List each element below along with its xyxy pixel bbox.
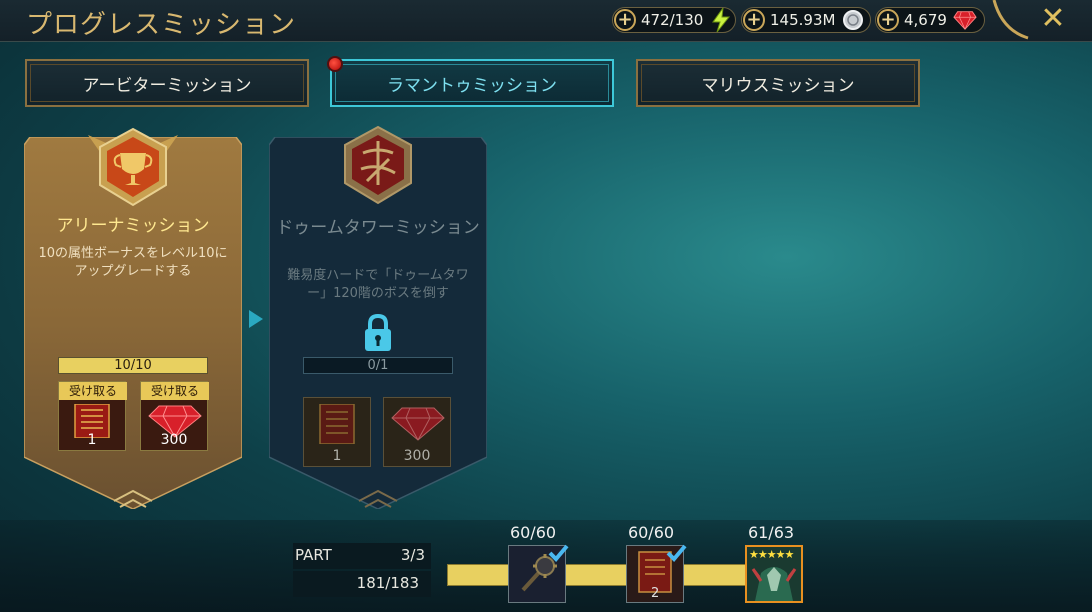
arrow-right-icon bbox=[249, 310, 263, 328]
tab-label: アービターミッション bbox=[82, 75, 252, 96]
silver-counter[interactable]: + 145.93M bbox=[741, 7, 871, 33]
add-gems-button[interactable]: + bbox=[877, 9, 899, 31]
add-energy-button[interactable]: + bbox=[614, 9, 636, 31]
total-progress: 181/183 bbox=[293, 571, 431, 597]
part-progress-track bbox=[447, 564, 747, 586]
part-value: 3/3 bbox=[400, 546, 425, 564]
reward-count: 300 bbox=[403, 448, 431, 464]
star-rating: ★★★★★ bbox=[749, 548, 794, 561]
claim-button[interactable]: 受け取る bbox=[141, 382, 209, 400]
mission-card-doom-tower[interactable]: ドゥームタワーミッション 難易度ハードで「ドゥームタワー」120階のボスを倒す … bbox=[269, 125, 487, 509]
page-title: プログレスミッション bbox=[26, 10, 297, 40]
energy-counter[interactable]: + 472/130 bbox=[612, 7, 736, 33]
milestone-value: 60/60 bbox=[509, 523, 557, 542]
part-indicator: PART 3/3 bbox=[293, 543, 431, 569]
check-icon bbox=[666, 544, 687, 562]
silver-coin-icon bbox=[841, 8, 865, 32]
total-progress-value: 181/183 bbox=[356, 574, 419, 592]
mission-progress-text: 10/10 bbox=[114, 358, 152, 373]
ruby-icon bbox=[953, 8, 977, 32]
reward-ruby[interactable]: 受け取る 300 bbox=[140, 381, 209, 451]
reward-ruby: 300 bbox=[383, 397, 451, 467]
mission-description: 10の属性ボーナスをレベル10にアップグレードする bbox=[38, 246, 228, 279]
mission-name: ドゥームタワーミッション bbox=[276, 218, 480, 238]
silver-value: 145.93M bbox=[770, 11, 836, 29]
reward-count: 300 bbox=[160, 432, 188, 448]
add-silver-button[interactable]: + bbox=[743, 9, 765, 31]
milestone-reward-mace[interactable] bbox=[508, 544, 569, 603]
ruby-icon bbox=[391, 407, 445, 441]
tab-marius[interactable]: マリウスミッション bbox=[636, 59, 920, 107]
tab-label: マリウスミッション bbox=[701, 75, 855, 96]
mission-progress-bar: 0/1 bbox=[303, 357, 453, 374]
tab-arbiter[interactable]: アービターミッション bbox=[25, 59, 309, 107]
check-icon bbox=[548, 544, 569, 562]
milestone-value: 60/60 bbox=[627, 523, 675, 542]
lock-icon bbox=[365, 314, 391, 351]
part-label: PART bbox=[295, 546, 332, 564]
reward-tome: 1 bbox=[303, 397, 371, 467]
reward-count: 1 bbox=[332, 448, 342, 464]
reward-count: 1 bbox=[87, 432, 97, 448]
claim-button[interactable]: 受け取る bbox=[59, 382, 127, 400]
mission-description: 難易度ハードで「ドゥームタワー」120階のボスを倒す bbox=[287, 268, 469, 301]
doom-tower-icon bbox=[344, 125, 412, 205]
energy-value: 472/130 bbox=[641, 11, 704, 29]
mission-name: アリーナミッション bbox=[56, 216, 210, 236]
mission-card-arena[interactable]: アリーナミッション 10の属性ボーナスをレベル10にアップグレードする 10/1… bbox=[24, 127, 242, 509]
tome-icon bbox=[319, 404, 355, 444]
lightning-icon bbox=[709, 8, 733, 32]
mission-progress-text: 0/1 bbox=[367, 358, 389, 373]
trophy-icon bbox=[88, 127, 178, 207]
tab-label: ラマントゥミッション bbox=[387, 75, 557, 96]
reward-count: 2 bbox=[651, 586, 660, 601]
gem-value: 4,679 bbox=[904, 11, 947, 29]
milestone-reward-tome[interactable]: 2 bbox=[626, 544, 687, 603]
notification-dot bbox=[327, 56, 343, 72]
mission-progress-bar: 10/10 bbox=[58, 357, 208, 374]
close-button[interactable]: ✕ bbox=[1036, 2, 1070, 36]
gem-counter[interactable]: + 4,679 bbox=[875, 7, 985, 33]
milestone-value: 61/63 bbox=[747, 523, 795, 542]
tab-lamantu[interactable]: ラマントゥミッション bbox=[330, 59, 614, 107]
reward-tome[interactable]: 受け取る 1 bbox=[58, 381, 127, 451]
corner-ornament bbox=[992, 0, 1029, 40]
milestone-reward-champion[interactable]: ★★★★★ bbox=[745, 545, 803, 603]
